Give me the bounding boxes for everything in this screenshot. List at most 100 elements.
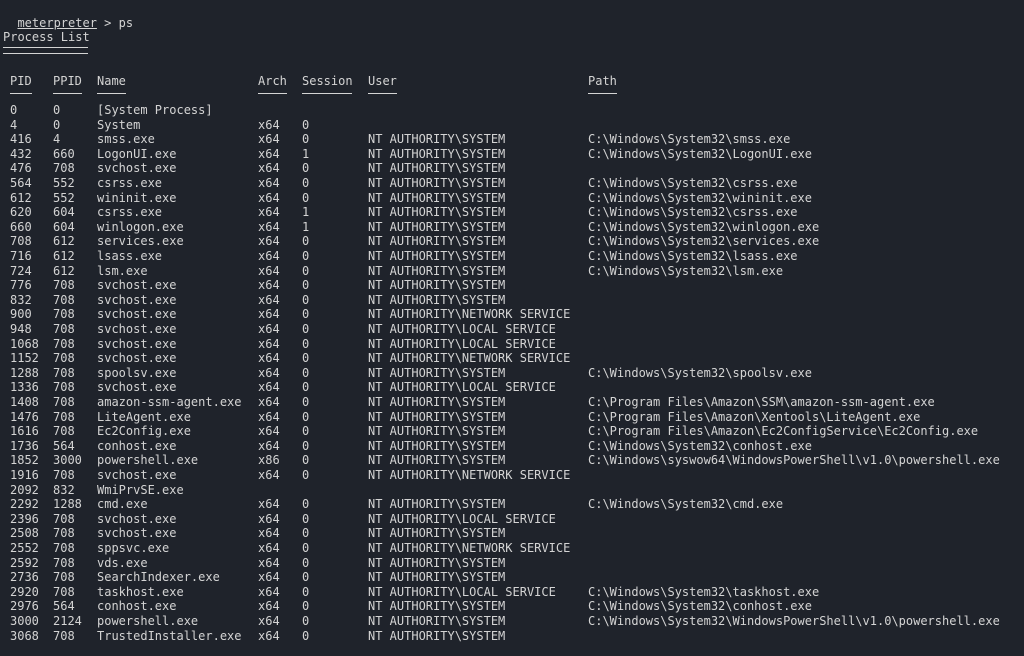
cell-user: NT AUTHORITY\LOCAL SERVICE: [368, 322, 556, 336]
cell-ppid: 708: [53, 541, 75, 555]
cell-session: 0: [302, 409, 310, 424]
cell-pid: 1068: [10, 336, 39, 351]
cell-pid: 1408: [10, 395, 39, 409]
column-underline: [258, 93, 287, 94]
cell-session: 0: [302, 526, 310, 541]
table-row: 708 612 services.exe x64 0 NT AUTHORITY\SYSTE…: [0, 234, 1024, 249]
cell-name: smss.exe: [97, 132, 155, 147]
cell-name: svchost.exe: [97, 511, 177, 526]
cell-arch: x64: [258, 555, 280, 570]
cell-user: NT AUTHORITY\SYSTEM: [368, 176, 506, 190]
cell-path: C:\Windows\System32\spoolsv.exe: [588, 365, 812, 380]
table-row: 3068 708 TrustedInstaller.exe x64 0 NT AUTHOR…: [0, 629, 1024, 644]
cell-arch: x64: [258, 263, 280, 278]
cell-ppid: 708: [53, 292, 75, 307]
cell-user: NT AUTHORITY\LOCAL SERVICE: [368, 584, 556, 599]
cell-arch: x64: [258, 190, 280, 205]
cell-user: NT AUTHORITY\NETWORK SERVICE: [368, 307, 571, 322]
cell-arch: x64: [258, 380, 280, 395]
cell-path: C:\Windows\System32\WindowsPowerShell\v1…: [588, 614, 1000, 628]
cell-session: 0: [302, 570, 310, 585]
cell-name: wininit.exe: [97, 190, 177, 205]
table-row: 612 552 wininit.exe x64 0 NT AUTHORITY\SYSTEM…: [0, 191, 1024, 206]
cell-session: 0: [302, 555, 310, 570]
cell-pid: 1336: [10, 380, 39, 395]
table-row: 2920 708 taskhost.exe x64 0 NT AUTHORITY\LOCA…: [0, 585, 1024, 600]
cell-name: amazon-ssm-agent.exe: [97, 395, 242, 409]
cell-ppid: 604: [53, 205, 75, 220]
cell-name: svchost.exe: [97, 278, 177, 293]
cell-ppid: 708: [53, 628, 75, 643]
cell-user: NT AUTHORITY\LOCAL SERVICE: [368, 511, 556, 526]
cell-arch: x64: [258, 307, 280, 322]
cell-name: svchost.exe: [97, 380, 177, 395]
column-underline: [368, 93, 397, 94]
cell-pid: 2292: [10, 497, 39, 512]
cell-pid: 724: [10, 263, 32, 278]
cell-path: C:\Windows\syswow64\WindowsPowerShell\v1…: [588, 453, 1000, 468]
cell-session: 0: [302, 292, 310, 307]
cell-arch: x64: [258, 599, 280, 614]
cell-arch: x64: [258, 117, 280, 132]
cell-ppid: 612: [53, 249, 75, 263]
cell-user: NT AUTHORITY\SYSTEM: [368, 146, 506, 161]
cell-ppid: 708: [53, 336, 75, 351]
cell-ppid: 708: [53, 409, 75, 424]
cell-pid: 708: [10, 234, 32, 249]
table-row: 948 708 svchost.exe x64 0 NT AUTHORITY\LOCAL …: [0, 322, 1024, 337]
cell-pid: 432: [10, 146, 32, 161]
cell-ppid: 4: [53, 132, 61, 147]
cell-arch: x64: [258, 176, 280, 190]
cell-session: 0: [302, 249, 310, 263]
cell-name: svchost.exe: [97, 161, 177, 176]
table-row: 4 0 System x64 0: [0, 118, 1024, 133]
cell-session: 0: [302, 263, 310, 278]
cell-name: System: [97, 117, 141, 132]
cell-name: svchost.exe: [97, 292, 177, 307]
cell-ppid: 708: [53, 526, 75, 541]
cell-arch: x64: [258, 132, 280, 147]
cell-ppid: 552: [53, 176, 75, 190]
table-row: 476 708 svchost.exe x64 0 NT AUTHORITY\SYSTEM: [0, 161, 1024, 176]
cell-name: SearchIndexer.exe: [97, 570, 220, 585]
cell-user: NT AUTHORITY\SYSTEM: [368, 424, 506, 439]
cell-path: C:\Windows\System32\conhost.exe: [588, 438, 812, 453]
cell-session: 0: [302, 453, 310, 468]
cell-session: 0: [302, 438, 310, 453]
cell-ppid: 708: [53, 365, 75, 380]
cell-ppid: 708: [53, 555, 75, 570]
cell-name: svchost.exe: [97, 526, 177, 541]
cell-session: 1: [302, 146, 310, 161]
cell-arch: x64: [258, 409, 280, 424]
column-header-path: Path: [588, 74, 617, 88]
column-underline: [302, 93, 352, 94]
cell-session: 0: [302, 395, 310, 409]
cell-path: C:\Windows\System32\taskhost.exe: [588, 584, 820, 599]
cell-user: NT AUTHORITY\LOCAL SERVICE: [368, 336, 556, 351]
cell-ppid: 708: [53, 161, 75, 176]
cell-name: sppsvc.exe: [97, 541, 170, 555]
title-underline: [3, 47, 88, 54]
cell-session: 0: [302, 541, 310, 555]
cell-name: Ec2Config.exe: [97, 424, 191, 439]
table-row: 416 4 smss.exe x64 0 NT AUTHORITY\SYSTEM C:\Wi…: [0, 132, 1024, 147]
table-row: 1408 708 amazon-ssm-agent.exe x64 0 NT AUTHOR…: [0, 395, 1024, 410]
cell-user: NT AUTHORITY\SYSTEM: [368, 497, 506, 512]
cell-arch: x64: [258, 614, 280, 628]
cell-user: NT AUTHORITY\SYSTEM: [368, 526, 506, 541]
cell-path: C:\Windows\System32\csrss.exe: [588, 205, 798, 220]
cell-session: 0: [302, 351, 310, 366]
cell-user: NT AUTHORITY\SYSTEM: [368, 365, 506, 380]
cell-arch: x64: [258, 395, 280, 409]
cell-name: spoolsv.exe: [97, 365, 177, 380]
cell-pid: 3068: [10, 628, 39, 643]
table-row: 2292 1288 cmd.exe x64 0 NT AUTHORITY\SYSTEM C:…: [0, 497, 1024, 512]
cell-user: NT AUTHORITY\NETWORK SERVICE: [368, 351, 571, 366]
cell-session: 1: [302, 219, 310, 234]
table-row: 1916 708 svchost.exe x64 0 NT AUTHORITY\NETWO…: [0, 468, 1024, 483]
cell-arch: x64: [258, 161, 280, 176]
cell-name: csrss.exe: [97, 205, 163, 220]
cell-session: 0: [302, 468, 310, 482]
table-row: 620 604 csrss.exe x64 1 NT AUTHORITY\SYSTEM C:…: [0, 205, 1024, 220]
table-row: 724 612 lsm.exe x64 0 NT AUTHORITY\SYSTEM C:\W…: [0, 264, 1024, 279]
